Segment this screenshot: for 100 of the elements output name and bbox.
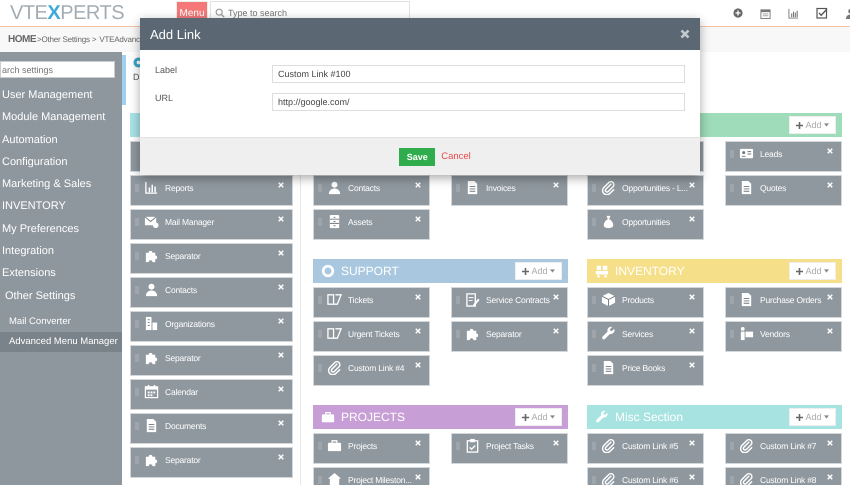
menu-tile[interactable]: Invoices [451,175,568,206]
sidebar-item[interactable]: My Preferences [0,218,122,240]
tile-label: Assets [348,216,372,226]
menu-tile[interactable]: Vendors [725,321,842,352]
menu-tile[interactable]: Purchase Orders [725,287,842,318]
section-title: INVENTORY [615,264,685,278]
menu-tile[interactable]: Separator [130,447,293,478]
sidebar-item[interactable]: Automation [0,128,122,151]
tile-label: Mail Manager [165,216,214,226]
breadcrumb-link[interactable]: >Other Settings > [37,35,96,44]
tile-label: Reports [165,182,194,192]
menu-tile[interactable]: Tickets [313,287,430,318]
tile-label: Project Mileston... [348,474,412,484]
tile-label: Projects [348,440,378,450]
menu-tile[interactable]: Custom Link #5 [587,433,704,464]
section-title: Misc Section [615,410,684,424]
menu-tile[interactable]: Custom Link #7 [725,433,842,464]
page-description: D [133,72,140,82]
add-button[interactable]: Add [515,408,562,426]
breadcrumb-current: VTEAdvanc [99,35,140,44]
menu-tile[interactable]: Documents [130,413,293,444]
menu-tile[interactable]: Contacts [313,175,430,206]
section-title: PROJECTS [341,410,406,424]
tile-label: Separator [165,250,201,260]
sidebar-item[interactable]: Module Management [0,106,122,129]
menu-tile[interactable]: Custom Link #8 [725,467,842,485]
tile-label: Contacts [348,182,380,192]
menu-tile[interactable]: Opportunities [587,209,704,240]
menu-tile[interactable]: Leads [725,141,842,172]
tile-label: Custom Link #6 [622,474,678,484]
tile-label: Leads [760,148,782,158]
tile-label: Calendar [165,386,198,396]
menu-tile[interactable]: Separator [130,345,293,376]
sidebar-item[interactable]: Extensions [0,262,122,285]
tile-label: Opportunities [622,216,670,226]
tile-label: Invoices [486,182,516,192]
tile-label: Custom Link #4 [348,362,404,372]
menu-tile[interactable]: Projects [313,433,430,464]
add-button[interactable]: Add [515,262,562,280]
tile-label: Price Books [622,362,666,372]
search-field[interactable]: arch settings [0,61,115,78]
sidebar-item[interactable]: Mail Converter [0,312,122,332]
tile-label: Organizations [165,318,215,328]
menu-tile[interactable]: Contacts [130,277,293,308]
tile-label: Service Contracts [486,294,550,304]
tile-label: Opportunities - L... [622,182,688,192]
sidebar-item[interactable]: User Management [0,84,122,106]
tile-label: Quotes [760,182,786,192]
section-title: SUPPORT [341,264,399,278]
tile-label: Custom Link #5 [622,440,678,450]
tile-label: Documents [165,420,206,430]
menu-tile[interactable]: Calendar [130,379,293,410]
field-label: Label [154,65,178,75]
tile-label: Separator [486,328,522,338]
dialog-title: Add Link [150,26,201,42]
sidebar-item[interactable]: Other Settings [0,284,122,307]
breadcrumb-home[interactable]: HOME [8,34,36,45]
menu-tile[interactable]: Quotes [725,175,842,206]
sidebar-item[interactable]: Integration [0,240,122,262]
tile-label: Separator [165,454,201,464]
input-field[interactable]: http://google.com/ [272,93,685,111]
menu-tile[interactable]: Price Books [587,355,704,386]
tile-label: Tickets [348,294,374,304]
menu-tile[interactable]: Custom Link #4 [313,355,430,386]
sidebar-item[interactable]: Advanced Menu Manager [0,332,122,352]
menu-tile[interactable]: Mail Manager [130,209,293,240]
menu-tile[interactable]: Separator [130,243,293,274]
tile-label: Urgent Tickets [348,328,400,338]
tile-label: Separator [165,352,201,362]
tile-label: Custom Link #7 [760,440,816,450]
save-button[interactable]: Save [399,148,436,166]
menu-tile[interactable]: Project Mileston... [313,467,430,485]
sidebar-item[interactable]: Configuration [0,150,122,174]
input-field[interactable]: Custom Link #100 [272,65,685,83]
menu-tile[interactable]: Urgent Tickets [313,321,430,352]
menu-tile[interactable]: Products [587,287,704,318]
cancel-link[interactable]: Cancel [441,151,471,162]
tile-label: Services [622,328,653,338]
menu-tile[interactable]: Reports [130,175,293,206]
tile-label: Purchase Orders [760,294,822,304]
add-button[interactable]: Add [789,262,836,280]
menu-tile[interactable]: Separator [451,321,568,352]
menu-tile[interactable]: Project Tasks [451,433,568,464]
field-label: URL [154,93,174,103]
menu-tile[interactable]: Organizations [130,311,293,342]
tile-label: Products [622,294,654,304]
tile-label: Project Tasks [486,440,534,450]
menu-tile[interactable]: Opportunities - L... [587,175,704,206]
menu-tile[interactable]: Custom Link #6 [587,467,704,485]
logo[interactable]: VTEXPERTS [10,2,160,24]
tile-label: Contacts [165,284,197,294]
tile-label: Vendors [760,328,790,338]
add-button[interactable]: Add [789,116,836,134]
sidebar-item[interactable]: INVENTORY [0,195,122,218]
tile-label: Custom Link #8 [760,474,816,484]
menu-tile[interactable]: Services [587,321,704,352]
sidebar-item[interactable]: Marketing & Sales [0,173,122,196]
menu-tile[interactable]: Service Contracts [451,287,568,318]
menu-tile[interactable]: Assets [313,209,430,240]
add-button[interactable]: Add [789,408,836,426]
